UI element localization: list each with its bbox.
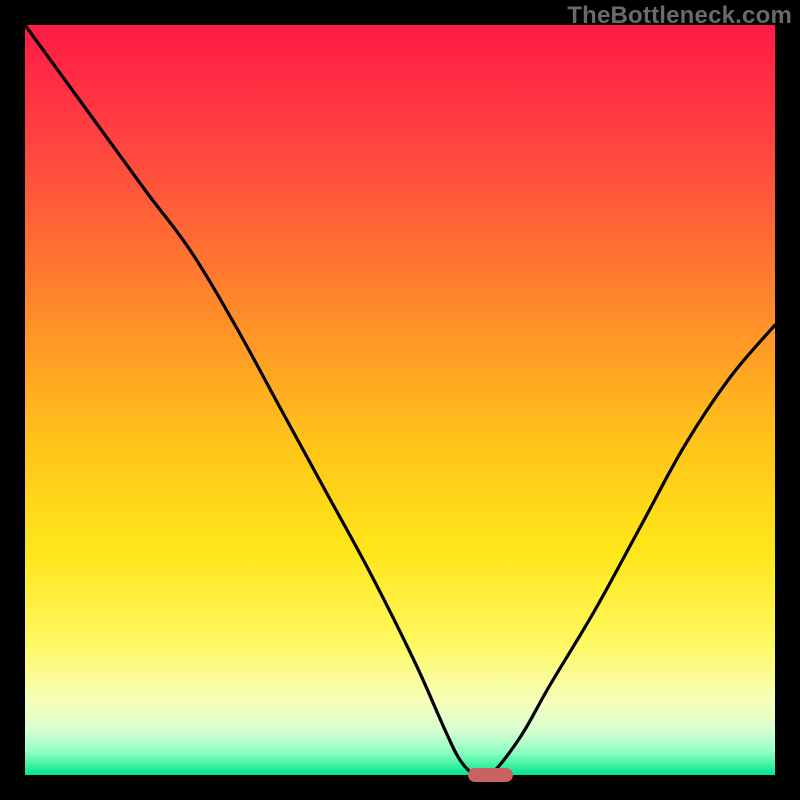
plot-area bbox=[25, 25, 775, 775]
bottleneck-curve bbox=[25, 25, 775, 775]
optimal-marker bbox=[468, 768, 513, 782]
watermark-text: TheBottleneck.com bbox=[567, 2, 792, 30]
chart-frame: TheBottleneck.com bbox=[0, 0, 800, 800]
